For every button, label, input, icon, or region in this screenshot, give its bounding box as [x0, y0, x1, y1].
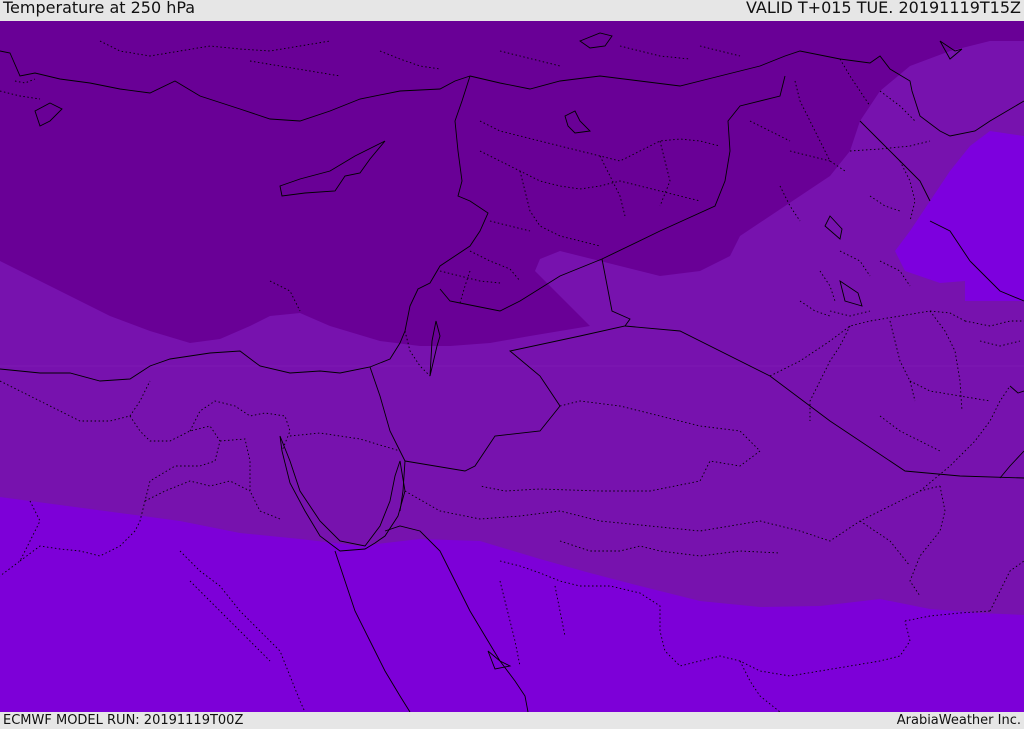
model-run-label: ECMWF MODEL RUN: 20191119T00Z	[3, 713, 244, 728]
header-bar: Temperature at 250 hPa VALID T+015 TUE. …	[0, 0, 1024, 21]
footer-bar: ECMWF MODEL RUN: 20191119T00Z ArabiaWeat…	[0, 712, 1024, 729]
credit-label: ArabiaWeather Inc.	[896, 713, 1021, 728]
map-canvas[interactable]	[0, 21, 1024, 712]
map-title: Temperature at 250 hPa	[3, 0, 196, 17]
valid-time: VALID T+015 TUE. 20191119T15Z	[745, 0, 1021, 17]
